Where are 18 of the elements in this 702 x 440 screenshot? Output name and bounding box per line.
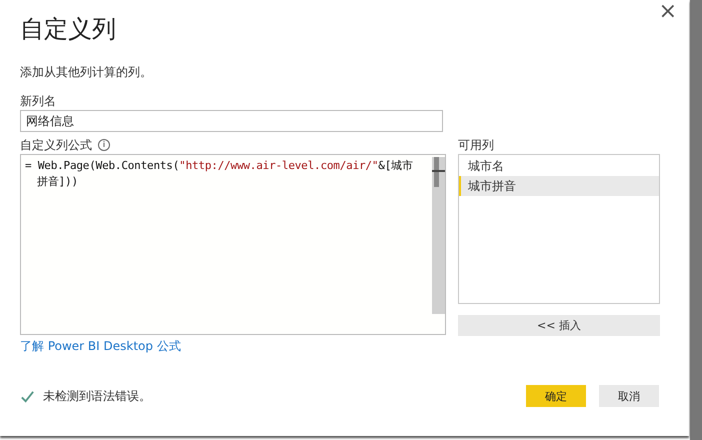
close-button[interactable]: × — [658, 0, 678, 24]
formula-editor[interactable]: = Web.Page(Web.Contents("http://www.air-level.com/air/"&[城市拼音])) — [20, 154, 446, 335]
list-label: 可用列 — [458, 137, 495, 153]
help-link[interactable]: 了解 Power BI Desktop 公式 — [20, 338, 181, 355]
column-list-item[interactable]: 城市拼音 — [459, 176, 659, 196]
cancel-button[interactable]: 取消 — [599, 385, 660, 407]
info-icon[interactable]: i — [98, 139, 110, 151]
insert-button[interactable]: << 插入 — [458, 315, 660, 336]
field-label: 新列名 — [20, 93, 57, 109]
formula-text: = Web.Page(Web.Contents("http://www.air-level.com/air/"&[城市拼音])) — [24, 158, 414, 190]
column-list-item[interactable]: 城市名 — [459, 156, 659, 176]
status-text: 未检测到语法错误。 — [43, 388, 151, 404]
field-label: 自定义列公式 — [20, 137, 92, 153]
scrollbar[interactable] — [432, 157, 445, 314]
dialog-subtitle: 添加从其他列计算的列。 — [20, 64, 153, 80]
column-name-field[interactable]: 网络信息 — [20, 110, 443, 132]
dialog-title: 自定义列 — [20, 14, 116, 44]
ok-button[interactable]: 确定 — [526, 385, 586, 407]
